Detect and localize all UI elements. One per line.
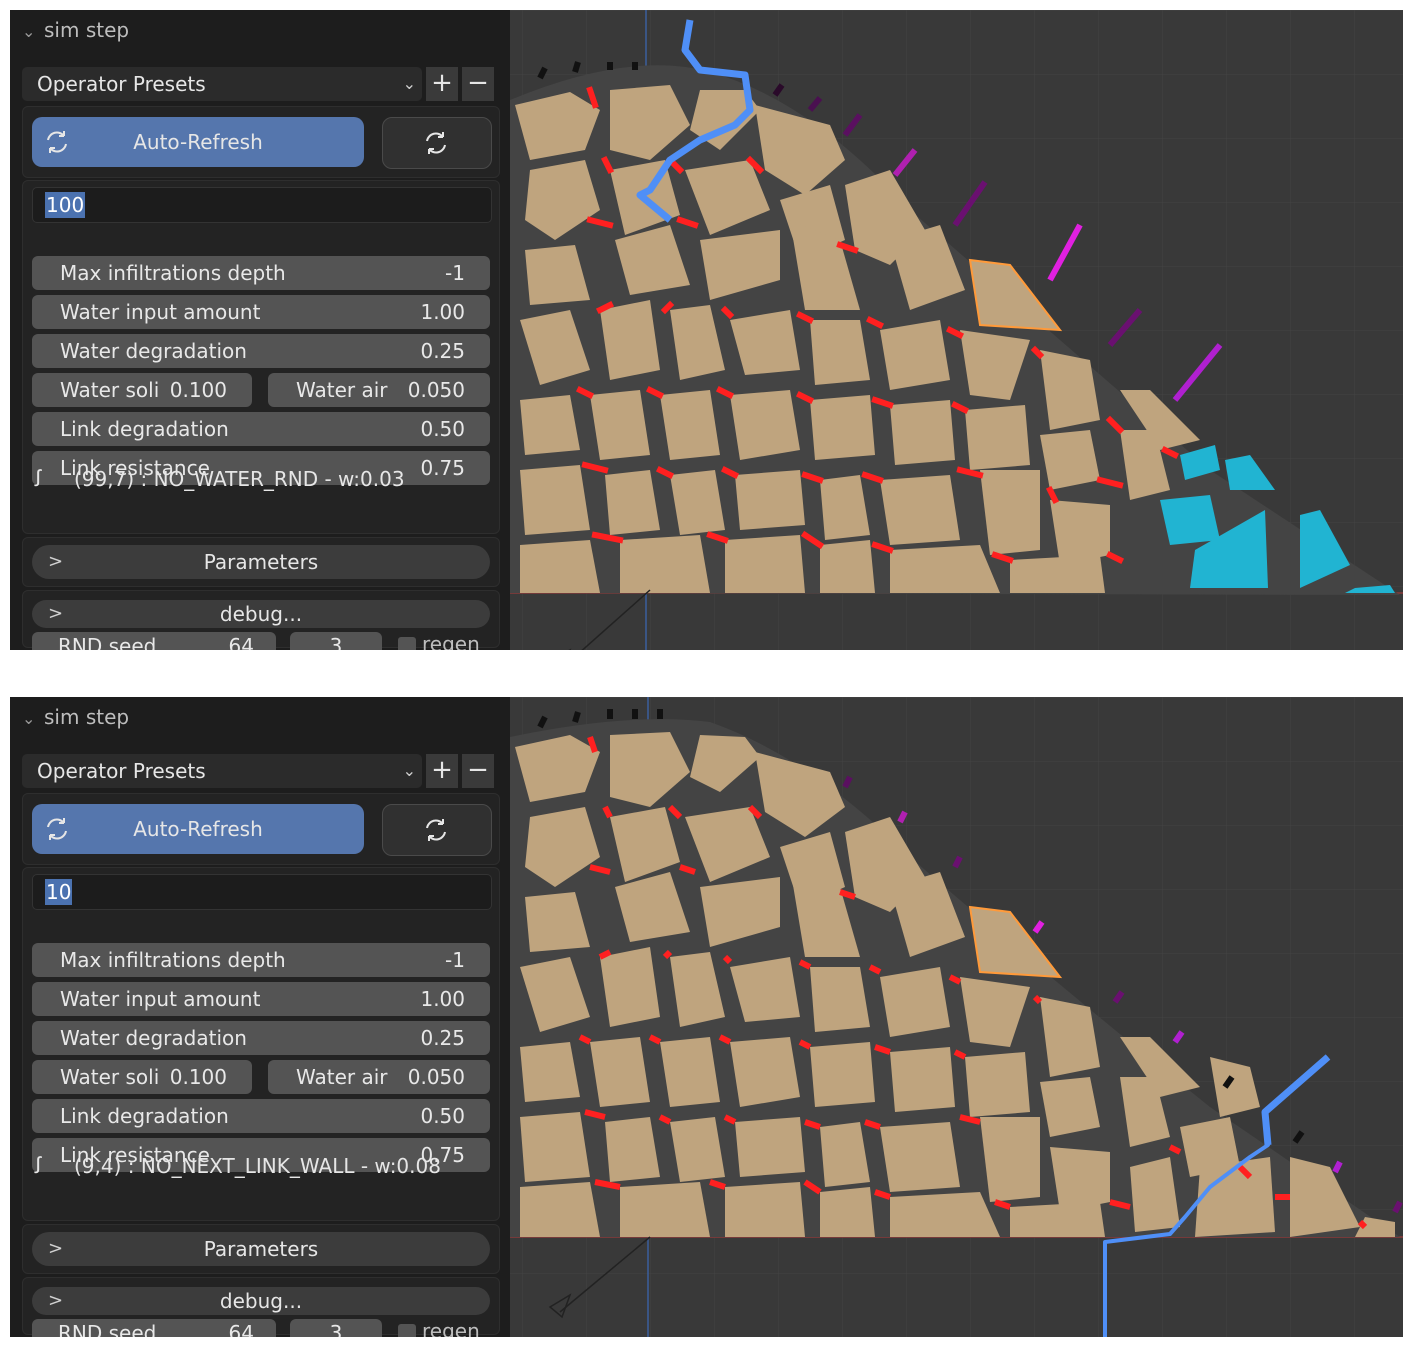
screen-bottom: ⌄ sim step Operator Presets ⌄ + − Auto-Re… [10, 697, 1403, 1337]
regen-checkbox[interactable] [398, 637, 416, 650]
remove-preset-button[interactable]: − [462, 67, 494, 101]
seed-extra-field[interactable]: 3 [290, 1319, 382, 1337]
status-line: ꭍ (9,4) : NO_NEXT_LINK_WALL - w:0.08 [34, 1154, 441, 1179]
refresh-icon [426, 132, 446, 154]
screen-top: ⌄ sim step Operator Presets ⌄ + − Auto-Re… [10, 10, 1403, 650]
sim-step-panel: ⌄ sim step Operator Presets ⌄ + − Auto-Re… [10, 697, 510, 1337]
water-soil-field[interactable]: Water soli 0.100 [32, 1060, 252, 1094]
status-line: ꭍ (99,7) : NO_WATER_RND - w:0.03 [34, 467, 405, 492]
parameters-toggle[interactable]: > Parameters [32, 545, 490, 579]
water-input-amount-field[interactable]: Water input amount 1.00 [32, 982, 490, 1016]
parameters-toggle[interactable]: > Parameters [32, 1232, 490, 1266]
chevron-down-icon[interactable]: ⌄ [22, 709, 38, 728]
add-preset-button[interactable]: + [426, 67, 458, 101]
auto-refresh-button[interactable]: Auto-Refresh [32, 117, 364, 167]
rnd-seed-field[interactable]: RND seed 64 [32, 1319, 276, 1337]
status-icon: ꭍ [34, 1154, 42, 1179]
refresh-button[interactable] [382, 117, 492, 169]
step-count-input[interactable]: 100 [32, 187, 492, 223]
link-degradation-field[interactable]: Link degradation 0.50 [32, 412, 490, 446]
chevron-down-icon: ⌄ [402, 761, 416, 780]
max-infiltrations-depth-field[interactable]: Max infiltrations depth -1 [32, 943, 490, 977]
status-icon: ꭍ [34, 467, 42, 492]
refresh-icon [426, 819, 446, 841]
debug-toggle[interactable]: > debug... [32, 600, 490, 628]
water-input-amount-field[interactable]: Water input amount 1.00 [32, 295, 490, 329]
panel-title[interactable]: ⌄ sim step [22, 705, 129, 729]
water-degradation-field[interactable]: Water degradation 0.25 [32, 334, 490, 368]
debug-toggle[interactable]: > debug... [32, 1287, 490, 1315]
operator-presets-dropdown[interactable]: Operator Presets ⌄ [22, 67, 422, 101]
regen-label: regen [422, 1319, 480, 1337]
water-soil-field[interactable]: Water soli 0.100 [32, 373, 252, 407]
max-infiltrations-depth-field[interactable]: Max infiltrations depth -1 [32, 256, 490, 290]
step-count-input[interactable]: 10 [32, 874, 492, 910]
water-air-field[interactable]: Water air 0.050 [268, 373, 490, 407]
auto-refresh-button[interactable]: Auto-Refresh [32, 804, 364, 854]
rnd-seed-field[interactable]: RND seed 64 [32, 632, 276, 650]
sim-step-panel: ⌄ sim step Operator Presets ⌄ + − Auto-Re… [10, 10, 510, 650]
regen-label: regen [422, 632, 480, 650]
operator-presets-dropdown[interactable]: Operator Presets ⌄ [22, 754, 422, 788]
chevron-down-icon[interactable]: ⌄ [22, 22, 38, 41]
refresh-button[interactable] [382, 804, 492, 856]
regen-checkbox[interactable] [398, 1324, 416, 1337]
seed-extra-field[interactable]: 3 [290, 632, 382, 650]
add-preset-button[interactable]: + [426, 754, 458, 788]
link-degradation-field[interactable]: Link degradation 0.50 [32, 1099, 490, 1133]
remove-preset-button[interactable]: − [462, 754, 494, 788]
water-air-field[interactable]: Water air 0.050 [268, 1060, 490, 1094]
chevron-down-icon: ⌄ [402, 74, 416, 93]
water-degradation-field[interactable]: Water degradation 0.25 [32, 1021, 490, 1055]
panel-title[interactable]: ⌄ sim step [22, 18, 129, 42]
